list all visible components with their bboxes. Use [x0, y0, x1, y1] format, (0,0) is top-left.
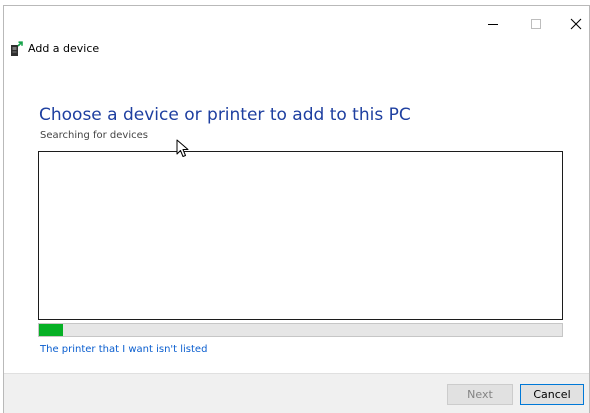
maximize-icon [531, 19, 541, 29]
next-button[interactable]: Next [447, 384, 513, 405]
close-icon [570, 18, 582, 30]
add-device-window: Add a device Choose a device or printer … [3, 5, 590, 413]
page-title: Choose a device or printer to add to thi… [39, 105, 411, 125]
device-list[interactable] [38, 151, 563, 320]
cancel-button[interactable]: Cancel [520, 384, 584, 405]
search-status: Searching for devices [40, 130, 148, 141]
search-progress-bar [38, 323, 563, 337]
minimize-icon [488, 24, 498, 25]
dialog-footer: Next Cancel [4, 373, 589, 413]
minimize-button[interactable] [473, 12, 513, 36]
search-progress-fill [39, 324, 63, 336]
close-button[interactable] [556, 12, 590, 36]
window-title: Add a device [28, 42, 100, 55]
printer-not-listed-link[interactable]: The printer that I want isn't listed [40, 343, 207, 357]
maximize-button[interactable] [516, 12, 556, 36]
add-device-icon [11, 41, 23, 56]
mouse-pointer-icon [176, 139, 189, 157]
